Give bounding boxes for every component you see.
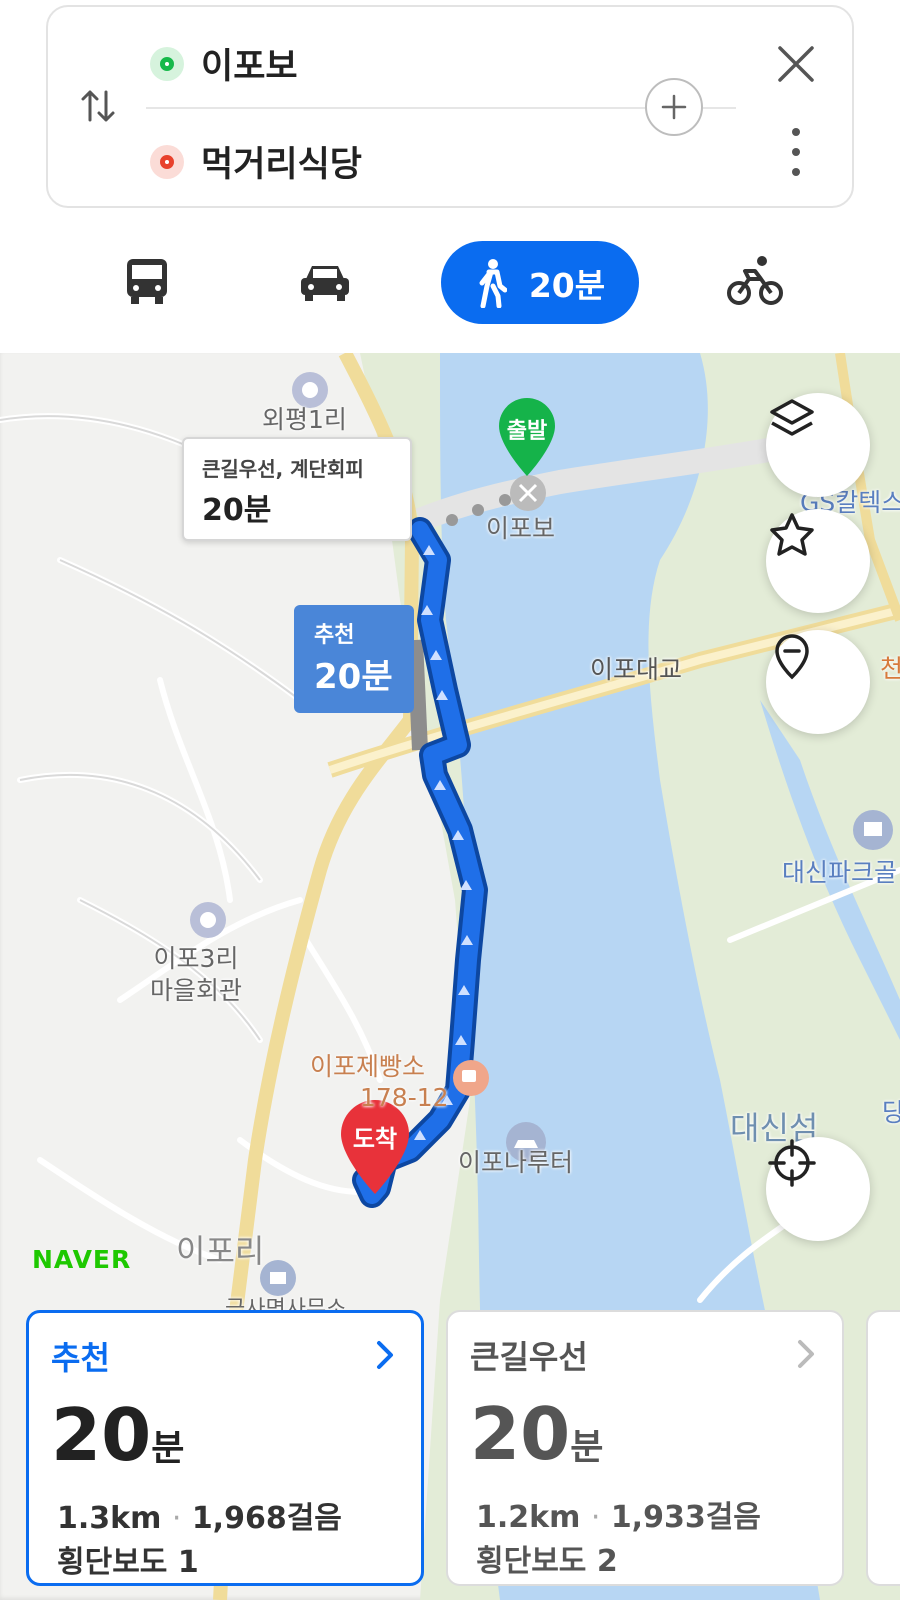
swap-icon[interactable] — [78, 86, 118, 126]
destination-field[interactable]: 먹거리식당 — [150, 136, 362, 187]
destination-marker-icon — [150, 144, 184, 179]
favorite-button[interactable] — [766, 509, 870, 613]
route-option-name: 추천 — [51, 1339, 110, 1377]
route-option-time: 20분 — [51, 1393, 185, 1477]
map-label-cheon: 천 — [880, 654, 900, 683]
origin-marker-icon — [150, 46, 184, 81]
map-label-ipobo: 이포보 — [486, 514, 556, 543]
star-icon — [770, 513, 814, 556]
map-label-dang: 당 — [882, 1098, 900, 1127]
map-label-ferry: 이포나루터 — [458, 1148, 574, 1177]
current-location-button[interactable] — [766, 1137, 870, 1241]
route-option-crosswalks: 횡단보도 2 — [476, 1544, 618, 1579]
close-icon[interactable] — [774, 42, 818, 86]
route-option-distance-steps: 1.2km · 1,933걸음 — [476, 1500, 761, 1535]
bus-mode-button[interactable] — [112, 240, 182, 322]
place-search-button[interactable] — [766, 630, 870, 734]
walking-person-icon — [479, 258, 507, 308]
recommended-time: 20분 — [314, 657, 393, 697]
destination-text: 먹거리식당 — [201, 145, 363, 185]
chevron-right-icon — [798, 1340, 814, 1368]
route-option-card-main-road[interactable]: 큰길우선 20분 1.2km · 1,933걸음 횡단보도 2 — [446, 1310, 844, 1586]
end-pin[interactable]: 도착 — [345, 1119, 405, 1154]
map-label-bakery-address: 178-12 — [360, 1083, 449, 1112]
start-pin[interactable]: 출발 — [503, 413, 551, 445]
map-label-bakery: 이포제빵소 — [310, 1052, 426, 1081]
origin-text: 이포보 — [201, 47, 298, 87]
route-option-card-recommended[interactable]: 추천 20분 1.3km · 1,968걸음 횡단보도 1 — [26, 1310, 424, 1586]
bubble-subtitle: 큰길우선, 계단회피 — [202, 457, 364, 481]
recommended-label: 추천 — [314, 623, 355, 648]
map-label-oepyeong: 외평1리 — [262, 405, 347, 434]
map-label-daesin-park: 대신파크골 — [782, 858, 898, 887]
route-option-crosswalks: 횡단보도 1 — [57, 1545, 199, 1580]
bus-icon — [127, 259, 167, 304]
route-option-name: 큰길우선 — [470, 1338, 588, 1376]
map-label-ipo3: 이포3리 마을회관 — [150, 944, 243, 1005]
route-option-card-partial[interactable] — [866, 1310, 900, 1586]
more-options-icon[interactable] — [782, 126, 810, 178]
layers-icon — [770, 399, 814, 436]
bicycle-icon — [727, 256, 783, 305]
car-mode-button[interactable] — [290, 240, 360, 322]
add-waypoint-button[interactable] — [645, 78, 703, 136]
map-label-ipo-bridge: 이포대교 — [590, 655, 683, 684]
bike-mode-button[interactable] — [720, 240, 790, 322]
recommended-route-tag[interactable]: 추천 20분 — [294, 605, 414, 713]
plus-icon — [661, 94, 687, 120]
route-option-time: 20분 — [470, 1392, 604, 1476]
layers-button[interactable] — [766, 393, 870, 497]
origin-field[interactable]: 이포보 — [150, 38, 298, 89]
walk-time: 20분 — [528, 265, 606, 305]
map-label-ipori: 이포리 — [176, 1232, 265, 1270]
bubble-time: 20분 — [202, 493, 272, 528]
chevron-right-icon — [377, 1341, 393, 1369]
naver-logo: NAVER — [32, 1245, 132, 1274]
car-icon — [301, 266, 349, 301]
route-option-distance-steps: 1.3km · 1,968걸음 — [57, 1501, 342, 1536]
location-pin-icon — [775, 634, 809, 680]
route-info-bubble[interactable]: 큰길우선, 계단회피 20분 — [182, 437, 412, 541]
crosshair-icon — [768, 1139, 816, 1187]
walk-mode-button[interactable]: 20분 — [441, 241, 639, 324]
